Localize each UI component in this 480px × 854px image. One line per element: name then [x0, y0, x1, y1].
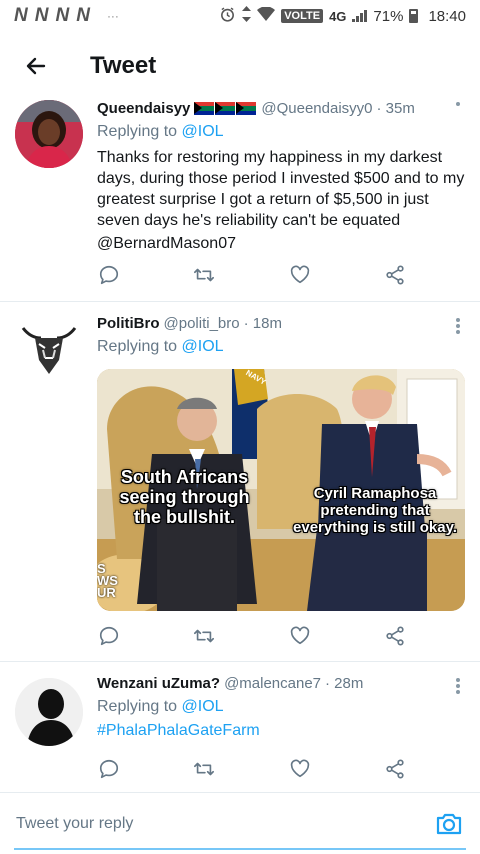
- notification-icon: N: [34, 5, 49, 26]
- retweet-icon[interactable]: [192, 757, 216, 781]
- timestamp: · 18m: [243, 315, 282, 332]
- retweet-icon[interactable]: [192, 263, 216, 287]
- signal-icon: [352, 10, 368, 22]
- more-options-icon[interactable]: [456, 100, 460, 108]
- replying-to-link[interactable]: @IOL: [182, 338, 224, 355]
- clock: 18:40: [428, 7, 466, 25]
- tweet-text: Thanks for restoring my happiness in my …: [97, 149, 465, 229]
- replying-to: Replying to @IOL: [97, 123, 224, 140]
- handle[interactable]: @politi_bro: [164, 315, 240, 332]
- more-options-icon[interactable]: [456, 676, 460, 696]
- tweet-card[interactable]: Queendaisyy @Queendaisyy0 · 35m Replying…: [0, 100, 480, 302]
- reply-underline: [14, 848, 466, 850]
- reply-icon[interactable]: [97, 757, 121, 781]
- handle[interactable]: @Queendaisyy0: [261, 100, 372, 117]
- avatar[interactable]: [15, 678, 83, 746]
- meme-caption-left: South Africans seeing through the bullsh…: [119, 467, 250, 527]
- reply-icon[interactable]: [97, 624, 121, 648]
- retweet-icon[interactable]: [192, 624, 216, 648]
- battery-percent: 71%: [373, 7, 404, 25]
- alarm-icon: [219, 6, 236, 27]
- south-africa-flag-icons: [194, 102, 257, 115]
- share-icon[interactable]: [383, 263, 407, 287]
- battery-icon: [409, 9, 419, 23]
- reply-icon[interactable]: [97, 263, 121, 287]
- volte-badge: VOLTE: [281, 9, 324, 23]
- handle[interactable]: @malencane7: [224, 675, 321, 692]
- wifi-icon: [257, 6, 276, 25]
- page-title: Tweet: [90, 52, 157, 79]
- replying-to-link[interactable]: @IOL: [182, 698, 224, 715]
- camera-icon[interactable]: [434, 809, 464, 839]
- hashtag-link[interactable]: #PhalaPhalaGateFarm: [97, 722, 466, 740]
- notification-icons: N N N N: [14, 5, 90, 27]
- meme-caption-right: Cyril Ramaphosa pretending that everythi…: [293, 485, 457, 536]
- back-arrow-icon[interactable]: [18, 48, 54, 84]
- like-icon[interactable]: [288, 757, 312, 781]
- reply-composer: [0, 792, 480, 854]
- avatar[interactable]: [15, 100, 83, 168]
- replying-to: Replying to @IOL: [97, 338, 224, 355]
- timestamp: · 28m: [325, 675, 364, 692]
- tweet-meta: Queendaisyy @Queendaisyy0 · 35m: [97, 100, 466, 117]
- timestamp: · 35m: [376, 100, 415, 117]
- network-type: 4G: [329, 8, 347, 24]
- app-header: Tweet: [0, 32, 480, 100]
- like-icon[interactable]: [288, 263, 312, 287]
- display-name[interactable]: Queendaisyy: [97, 100, 190, 117]
- avatar[interactable]: [15, 314, 83, 382]
- status-bar: N N N N ··· VOLTE 4G 71% 18:40: [0, 0, 480, 32]
- data-transfer-icon: [242, 6, 252, 26]
- share-icon[interactable]: [383, 757, 407, 781]
- tweet-meta: Wenzani uZuma? @malencane7 · 28m: [97, 675, 466, 692]
- reply-input[interactable]: [16, 803, 434, 844]
- like-icon[interactable]: [288, 624, 312, 648]
- display-name[interactable]: PolitiBro: [97, 315, 160, 332]
- tweet-meta: PolitiBro @politi_bro · 18m: [97, 315, 466, 332]
- notification-icon: N: [55, 5, 69, 26]
- replying-to: Replying to @IOL: [97, 698, 224, 715]
- watermark-logo: S WS UR: [97, 561, 118, 600]
- tweet-card[interactable]: Wenzani uZuma? @malencane7 · 28m Replyin…: [0, 662, 480, 792]
- tweet-card[interactable]: PolitiBro @politi_bro · 18m Replying to …: [0, 302, 480, 662]
- more-notifications-icon: ···: [106, 9, 119, 23]
- share-icon[interactable]: [383, 624, 407, 648]
- replying-to-link[interactable]: @IOL: [182, 123, 224, 140]
- tweet-image[interactable]: South Africans seeing through the bullsh…: [97, 369, 465, 611]
- more-options-icon[interactable]: [456, 316, 460, 336]
- display-name[interactable]: Wenzani uZuma?: [97, 675, 220, 692]
- notification-icon: N: [76, 5, 90, 26]
- notification-icon: N: [14, 5, 28, 26]
- mention-link[interactable]: @BernardMason07: [97, 233, 466, 254]
